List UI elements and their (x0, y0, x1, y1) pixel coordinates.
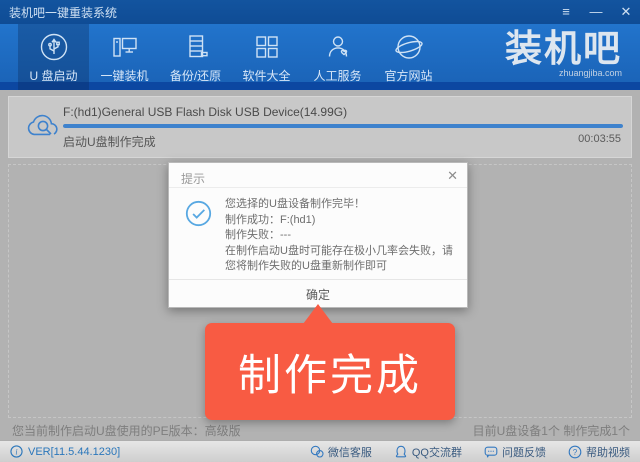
banner-arrow-up-icon (303, 304, 333, 324)
svg-text:?: ? (573, 447, 578, 456)
dialog-message-line: 在制作启动U盘时可能存在极小几率会失败，请您将制作失败的U盘重新制作即可 (225, 244, 453, 275)
footer-link-feedback[interactable]: 问题反馈 (484, 444, 546, 460)
footer-link-wechat[interactable]: 微信客服 (310, 444, 372, 460)
footer-link-qq[interactable]: QQ交流群 (394, 444, 462, 460)
version-info: i VER[11.5.44.1230] (10, 445, 120, 458)
menu-icon[interactable]: ≡ (558, 0, 574, 24)
toolbar-item-label: 备份/还原 (170, 67, 221, 84)
dialog-close-icon[interactable]: ✕ (447, 168, 458, 184)
minimize-button[interactable]: — (588, 0, 604, 24)
toolbar-item-label: 官方网站 (384, 67, 432, 84)
usb-drive-icon (39, 32, 69, 62)
window-title: 装机吧一键重装系统 (9, 4, 117, 21)
progress-fill (63, 124, 623, 128)
toolbar-item-one-click-install[interactable]: 一键装机 (89, 24, 160, 98)
completion-banner: 制作完成 (205, 323, 455, 420)
footer-link-label: 帮助视频 (586, 444, 630, 460)
toolbar-item-website[interactable]: 官方网站 (373, 24, 444, 98)
toolbar-items: U 盘启动 一键装机 (18, 24, 444, 90)
dialog-body: 您选择的U盘设备制作完毕！ 制作成功：F:(hd1) 制作失败：--- 在制作启… (169, 188, 467, 275)
globe-icon (394, 32, 424, 62)
close-button[interactable]: ✕ (618, 0, 634, 24)
toolbar-item-label: 一键装机 (100, 67, 148, 84)
footer-link-help[interactable]: ? 帮助视频 (568, 444, 630, 460)
dialog-header: 提示 ✕ (169, 163, 467, 188)
toolbar-item-usb-boot[interactable]: U 盘启动 (18, 24, 89, 98)
usb-device-label: F:(hd1)General USB Flash Disk USB Device… (63, 105, 347, 119)
dialog-message-line: 您选择的U盘设备制作完毕！ (225, 197, 453, 213)
footer-link-label: 问题反馈 (502, 444, 546, 460)
app-window: 装机吧一键重装系统 ≡ — ✕ U 盘启动 (0, 0, 640, 462)
elapsed-time: 00:03:55 (578, 133, 621, 145)
feedback-bubble-icon (484, 445, 498, 459)
progress-bar (63, 124, 623, 128)
wechat-icon (310, 445, 324, 459)
pe-version-text: 您当前制作启动U盘使用的PE版本：高级版 (12, 422, 241, 439)
success-check-icon (185, 200, 212, 227)
info-icon: i (10, 445, 23, 458)
window-controls: ≡ — ✕ (558, 0, 634, 24)
titlebar: 装机吧一键重装系统 ≡ — ✕ (0, 0, 640, 24)
dialog-title: 提示 (181, 170, 205, 187)
qq-icon (394, 445, 408, 459)
toolbar-item-software[interactable]: 软件大全 (231, 24, 302, 98)
software-grid-icon (252, 32, 282, 62)
footer-links: 微信客服 QQ交流群 问题反馈 (310, 444, 630, 460)
toolbar: U 盘启动 一键装机 (0, 24, 640, 90)
status-row: 您当前制作启动U盘使用的PE版本：高级版 目前U盘设备1个 制作完成1个 (8, 418, 632, 440)
support-person-icon (323, 32, 353, 62)
progress-status-text: 启动U盘制作完成 (63, 133, 156, 150)
footer-link-label: QQ交流群 (412, 444, 462, 460)
toolbar-item-label: 人工服务 (313, 67, 361, 84)
footer-bar: i VER[11.5.44.1230] 微信客服 QQ交流群 (0, 440, 640, 462)
footer-link-label: 微信客服 (328, 444, 372, 460)
computer-icon (110, 32, 140, 62)
help-question-icon: ? (568, 445, 582, 459)
version-text: VER[11.5.44.1230] (28, 446, 120, 458)
ok-button[interactable]: 确定 (288, 286, 348, 303)
prompt-dialog: 提示 ✕ 您选择的U盘设备制作完毕！ 制作成功：F:(hd1) 制作失败：---… (168, 162, 468, 308)
dialog-message-line: 制作失败：--- (225, 228, 453, 244)
toolbar-item-label: U 盘启动 (29, 67, 77, 84)
brand-logo: 装机吧 zhuangjiba.com (505, 28, 622, 78)
toolbar-item-support[interactable]: 人工服务 (302, 24, 373, 98)
backup-restore-icon (181, 32, 211, 62)
toolbar-item-backup-restore[interactable]: 备份/还原 (160, 24, 231, 98)
device-count-text: 目前U盘设备1个 制作完成1个 (473, 422, 630, 439)
svg-text:i: i (15, 447, 17, 456)
cloud-download-icon (21, 109, 63, 143)
dialog-footer: 确定 (169, 279, 467, 307)
toolbar-item-label: 软件大全 (242, 67, 290, 84)
brand-logo-text: 装机吧 (505, 28, 622, 72)
dialog-message-line: 制作成功：F:(hd1) (225, 213, 453, 229)
progress-panel: F:(hd1)General USB Flash Disk USB Device… (8, 96, 632, 158)
completion-banner-text: 制作完成 (238, 341, 422, 403)
